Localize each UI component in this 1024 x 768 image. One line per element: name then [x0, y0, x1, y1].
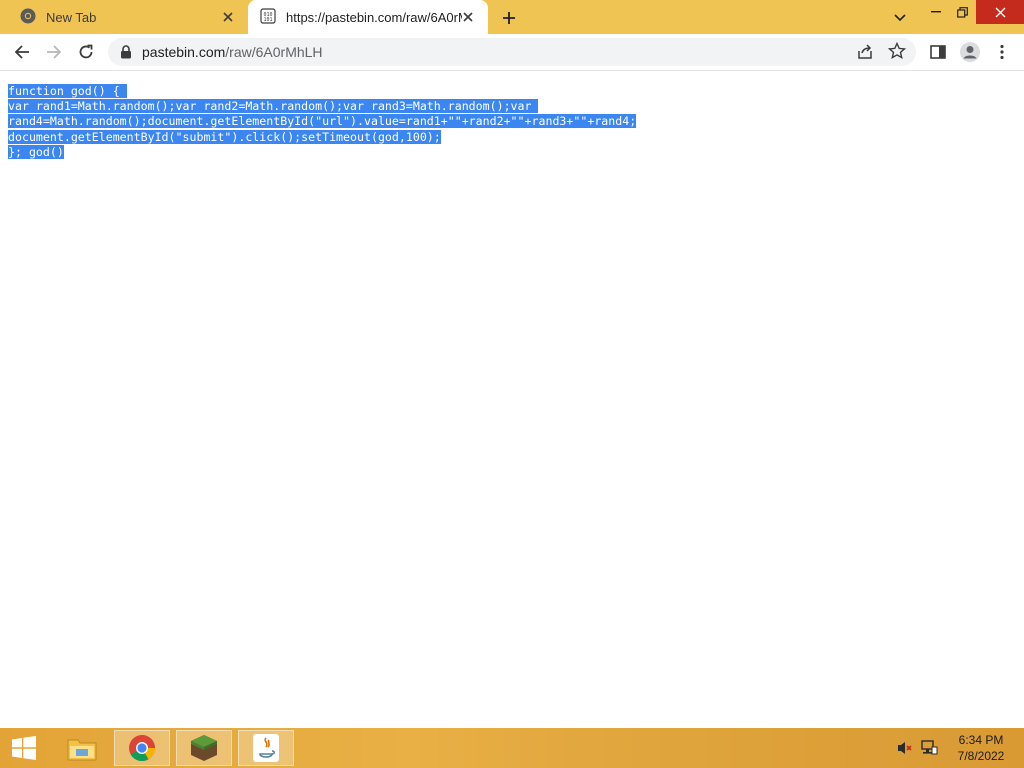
raw-code-text[interactable]: function god() { var rand1=Math.random()… — [8, 84, 637, 160]
lock-icon[interactable] — [120, 45, 132, 64]
browser-toolbar: pastebin.com/raw/6A0rMhLH — [0, 34, 1024, 71]
file-explorer-icon[interactable] — [54, 730, 110, 766]
address-bar[interactable]: pastebin.com/raw/6A0rMhLH — [108, 38, 916, 66]
bookmark-star-icon[interactable] — [887, 41, 907, 65]
tab-strip: New Tab 010 101 https://pastebin.com/raw/… — [0, 0, 1024, 34]
menu-kebab-icon[interactable] — [990, 40, 1014, 64]
close-tab-icon[interactable] — [460, 9, 476, 25]
side-panel-icon[interactable] — [926, 40, 950, 64]
code-line: rand4=Math.random();document.getElementB… — [8, 114, 637, 129]
restore-icon[interactable] — [950, 0, 974, 24]
share-icon[interactable] — [856, 43, 874, 66]
volume-muted-icon[interactable] — [896, 728, 914, 768]
new-tab-button[interactable] — [498, 7, 520, 29]
system-clock[interactable]: 6:34 PM 7/8/2022 — [946, 732, 1016, 764]
url-text[interactable]: pastebin.com/raw/6A0rMhLH — [142, 44, 323, 60]
java-icon[interactable] — [238, 730, 294, 766]
taskbar: 6:34 PM 7/8/2022 — [0, 728, 1024, 768]
page-binary-icon: 010 101 — [260, 7, 276, 27]
close-tab-icon[interactable] — [220, 9, 236, 25]
svg-text:101: 101 — [263, 17, 272, 23]
reload-icon[interactable] — [74, 40, 98, 64]
chrome-icon — [20, 8, 36, 27]
clock-time: 6:34 PM — [958, 733, 1004, 747]
forward-arrow-icon[interactable] — [42, 40, 66, 64]
minimize-icon[interactable] — [924, 0, 948, 24]
clock-date: 7/8/2022 — [957, 749, 1005, 763]
start-icon[interactable] — [0, 730, 48, 766]
close-window-icon[interactable] — [976, 0, 1024, 24]
code-line: function god() { — [8, 84, 127, 98]
network-icon[interactable] — [920, 728, 938, 768]
code-line: document.getElementById("submit").click(… — [8, 129, 441, 144]
code-line: var rand1=Math.random();var rand2=Math.r… — [8, 99, 539, 114]
page-content: function god() { var rand1=Math.random()… — [0, 71, 1024, 728]
tab-search-icon[interactable] — [888, 6, 912, 30]
minecraft-icon[interactable] — [176, 730, 232, 766]
code-line: }; god() — [8, 144, 64, 159]
profile-avatar-icon[interactable] — [958, 40, 982, 64]
url-path: /raw/6A0rMhLH — [225, 44, 323, 60]
tab-new-tab[interactable]: New Tab — [0, 0, 248, 34]
back-arrow-icon[interactable] — [10, 40, 34, 64]
tab-title: New Tab — [46, 9, 97, 25]
tab-pastebin[interactable]: 010101 https://pastebin.com/raw/6A0rMhLH — [248, 0, 488, 34]
chrome-icon[interactable] — [114, 730, 170, 766]
tab-title: https://pastebin.com/raw/6A0rMhLH — [286, 9, 462, 25]
url-host: pastebin.com — [142, 44, 226, 60]
